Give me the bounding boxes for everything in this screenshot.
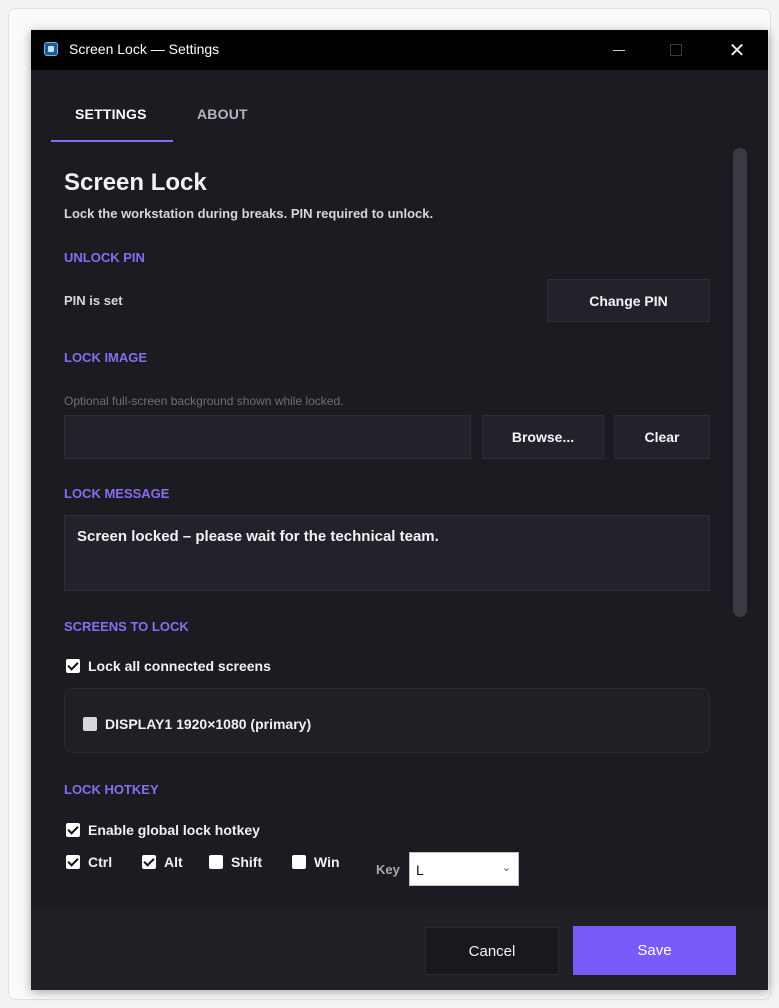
page-title: Screen Lock: [64, 169, 207, 196]
lock-all-screens-checkbox[interactable]: Lock all connected screens: [66, 658, 271, 674]
section-label-lock-image: LOCK IMAGE: [64, 350, 148, 365]
close-button[interactable]: ✕: [714, 30, 760, 70]
enable-hotkey-label: Enable global lock hotkey: [88, 822, 260, 838]
section-label-screens-to-lock: SCREENS TO LOCK: [64, 619, 189, 634]
maximize-icon: [670, 44, 682, 56]
cancel-button[interactable]: Cancel: [425, 927, 559, 975]
shift-modifier-checkbox[interactable]: Shift: [209, 854, 262, 870]
section-label-lock-message: LOCK MESSAGE: [64, 486, 170, 501]
title-bar: Screen Lock — Settings ✕: [31, 30, 768, 70]
checkbox-unchecked-icon: [83, 717, 97, 731]
win-modifier-label: Win: [314, 854, 340, 870]
enable-hotkey-checkbox[interactable]: Enable global lock hotkey: [66, 822, 260, 838]
active-tab-indicator: [51, 140, 173, 142]
lock-image-hint: Optional full-screen background shown wh…: [64, 394, 344, 408]
lock-image-path-input[interactable]: [64, 415, 471, 459]
lock-all-screens-label: Lock all connected screens: [88, 658, 271, 674]
tab-settings[interactable]: SETTINGS: [75, 106, 147, 122]
hotkey-key-label: Key: [376, 862, 400, 877]
browse-button[interactable]: Browse...: [482, 415, 604, 459]
ctrl-modifier-label: Ctrl: [88, 854, 113, 870]
screen-lock-app-icon: [44, 42, 58, 56]
save-button[interactable]: Save: [573, 926, 736, 975]
alt-modifier-checkbox[interactable]: Alt: [142, 854, 183, 870]
settings-window: Screen Lock — Settings ✕ SETTINGS ABOUT …: [31, 30, 768, 990]
pin-status-text: PIN is set: [64, 293, 123, 308]
display1-checkbox[interactable]: DISPLAY1 1920×1080 (primary): [83, 716, 311, 732]
change-pin-button[interactable]: Change PIN: [547, 279, 710, 322]
minimize-icon: [613, 49, 625, 51]
maximize-button[interactable]: [653, 30, 699, 70]
win-modifier-checkbox[interactable]: Win: [292, 854, 340, 870]
checkbox-checked-icon: [66, 855, 80, 869]
section-label-unlock-pin: UNLOCK PIN: [64, 250, 145, 265]
vertical-scrollbar[interactable]: [733, 148, 747, 617]
checkbox-checked-icon: [66, 659, 80, 673]
section-label-lock-hotkey: LOCK HOTKEY: [64, 782, 159, 797]
tab-about[interactable]: ABOUT: [197, 106, 248, 122]
hotkey-key-select[interactable]: L ⌄: [409, 852, 519, 886]
lock-message-textarea[interactable]: Screen locked – please wait for the tech…: [64, 515, 710, 591]
close-icon: ✕: [728, 38, 746, 62]
shift-modifier-label: Shift: [231, 854, 263, 870]
hotkey-key-value: L: [416, 862, 424, 878]
checkbox-unchecked-icon: [209, 855, 223, 869]
display1-label: DISPLAY1 1920×1080 (primary): [105, 716, 312, 732]
dialog-footer: Cancel Save: [31, 909, 768, 990]
minimize-button[interactable]: [596, 30, 642, 70]
alt-modifier-label: Alt: [164, 854, 183, 870]
window-title: Screen Lock — Settings: [69, 41, 220, 57]
checkbox-checked-icon: [142, 855, 156, 869]
chevron-down-icon: ⌄: [501, 861, 511, 874]
page-subtitle: Lock the workstation during breaks. PIN …: [64, 206, 434, 221]
checkbox-unchecked-icon: [292, 855, 306, 869]
checkbox-checked-icon: [66, 823, 80, 837]
ctrl-modifier-checkbox[interactable]: Ctrl: [66, 854, 112, 870]
clear-button[interactable]: Clear: [614, 415, 710, 459]
